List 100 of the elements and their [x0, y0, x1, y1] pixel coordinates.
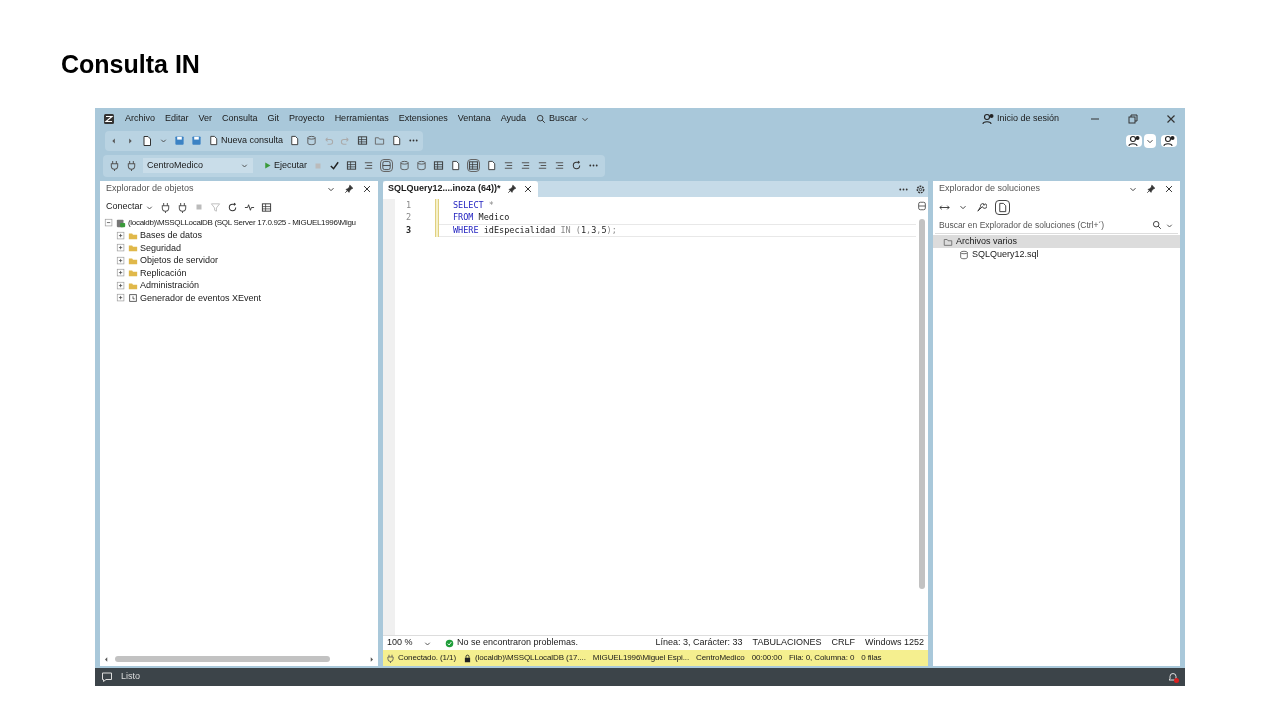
page-icon[interactable] [391, 135, 403, 146]
split-icon[interactable] [380, 159, 394, 172]
encoding[interactable]: Windows 1252 [864, 636, 924, 650]
split-view-icon[interactable] [917, 201, 927, 211]
line-number: 3 [404, 223, 411, 237]
close-icon[interactable] [1165, 113, 1177, 125]
tree-item[interactable]: SQLQuery12.sql [933, 248, 1180, 261]
close-icon[interactable] [362, 184, 372, 194]
search-menu[interactable]: Buscar [536, 112, 591, 126]
document-icon[interactable] [289, 135, 301, 146]
checkmark-icon[interactable] [329, 160, 341, 171]
tree-item[interactable]: Archivos varios [933, 235, 1180, 248]
status-text: Conectado. (1/1) [398, 652, 456, 664]
tree-item[interactable]: (localdb)\MSSQLLocalDB (SQL Server 17.0.925 - MIGUEL1996\Migu [128, 217, 356, 230]
scrollbar-thumb[interactable] [919, 219, 925, 589]
plug-icon[interactable] [126, 160, 137, 171]
expand-icon[interactable] [116, 255, 126, 266]
lines-icon[interactable] [520, 160, 532, 171]
execute-button[interactable]: Ejecutar [263, 158, 308, 173]
settings-icon[interactable] [915, 184, 926, 195]
status-text: Fila: 0, Columna: 0 [789, 652, 855, 664]
expand-icon[interactable] [116, 280, 126, 291]
menu-item[interactable]: Ayuda [500, 112, 527, 126]
connect-button[interactable]: Conectar [106, 200, 154, 214]
lines-icon[interactable] [503, 160, 515, 171]
refresh-icon[interactable] [571, 160, 583, 171]
status-text: CentroMedico [696, 652, 745, 664]
database-icon[interactable] [399, 160, 411, 171]
tree-item[interactable]: Replicación [140, 266, 187, 280]
tree-item[interactable]: Seguridad [140, 241, 182, 255]
folder-search-icon[interactable] [374, 135, 386, 146]
menu-item[interactable]: Extensiones [398, 112, 448, 126]
summary-icon[interactable] [260, 201, 272, 213]
expand-icon[interactable] [116, 230, 126, 241]
save-all-icon[interactable] [191, 135, 202, 146]
editor-tab[interactable]: SQLQuery12....inoza (64))* [383, 181, 538, 197]
plug-icon[interactable] [109, 160, 120, 171]
tree-item[interactable]: Administración [140, 279, 200, 293]
preview-icon[interactable] [995, 199, 1010, 215]
lines-icon[interactable] [537, 160, 549, 171]
close-icon[interactable] [522, 184, 533, 194]
menu-item[interactable]: Ventana [457, 112, 491, 126]
search-icon [1152, 220, 1162, 230]
grid-icon[interactable] [433, 160, 445, 171]
tree-item[interactable]: Objetos de servidor [140, 254, 219, 268]
lines-icon[interactable] [554, 160, 566, 171]
line-number: 2 [404, 211, 411, 225]
menu-item[interactable]: Consulta [222, 112, 258, 126]
database-icon[interactable] [306, 135, 318, 146]
account-icon[interactable] [1126, 134, 1142, 147]
search-field[interactable]: Buscar en Explorador de soluciones (Ctrl+´) [935, 217, 1178, 234]
sign-in-button[interactable]: Inicio de sesión [981, 112, 1059, 126]
tree-item[interactable]: Generador de eventos XEvent [140, 291, 262, 305]
person-icon [981, 113, 994, 125]
close-icon[interactable] [1164, 184, 1174, 194]
comment-icon[interactable] [101, 671, 113, 683]
document-icon[interactable] [486, 160, 498, 171]
collapse-icon[interactable] [104, 218, 114, 229]
status-text: (localdb)\MSSQLLocalDB (17.... [475, 652, 586, 664]
new-file-icon[interactable] [141, 134, 153, 147]
restore-icon[interactable] [1127, 113, 1139, 125]
expand-icon[interactable] [116, 268, 126, 279]
lines-icon[interactable] [363, 160, 375, 171]
disconnect-icon[interactable] [176, 201, 188, 213]
scrollbar-thumb[interactable] [115, 656, 330, 662]
indent-mode[interactable]: TABULACIONES [752, 636, 822, 650]
menu-item[interactable]: Proyecto [289, 112, 325, 126]
pin-icon[interactable] [506, 184, 517, 194]
status-text: MIGUEL1996\Miguel Espi... [592, 652, 690, 664]
refresh-icon[interactable] [226, 201, 238, 213]
line-ending[interactable]: CRLF [831, 636, 855, 650]
expand-icon[interactable] [116, 243, 126, 254]
menu-item[interactable]: Git [267, 112, 280, 126]
activity-icon[interactable] [243, 201, 255, 213]
menu-item[interactable]: Herramientas [334, 112, 389, 126]
code-editor[interactable]: 1 2 3 SELECT * FROM Medico WHERE idEspecialidad IN (1,3,5); [383, 197, 928, 635]
folder-icon [943, 236, 953, 247]
notification-icon[interactable] [1167, 671, 1179, 683]
menu-item[interactable]: Ver [198, 112, 213, 126]
expand-icon[interactable] [116, 293, 126, 304]
zoom-dropdown[interactable]: 100 % [387, 636, 435, 650]
menu-item[interactable]: Archivo [125, 112, 155, 126]
save-icon[interactable] [174, 135, 185, 146]
plug-icon[interactable] [159, 201, 171, 213]
status-text: 00:00:00 [751, 652, 782, 664]
menu-item[interactable]: Editar [165, 112, 189, 126]
report-icon[interactable] [357, 135, 369, 146]
code-line: WHERE idEspecialidad IN (1,3,5); [439, 224, 916, 237]
document-icon[interactable] [450, 160, 462, 171]
new-query-button[interactable]: Nueva consulta [208, 133, 284, 148]
pin-icon[interactable] [1146, 184, 1156, 194]
grid-icon[interactable] [346, 160, 358, 171]
grid-icon[interactable] [467, 159, 481, 172]
database-dropdown[interactable]: CentroMedico [143, 158, 253, 173]
pin-icon[interactable] [344, 184, 354, 194]
status-text: Listo [121, 670, 141, 684]
database-icon[interactable] [416, 160, 428, 171]
properties-icon[interactable] [976, 201, 987, 213]
tree-item[interactable]: Bases de datos [140, 229, 203, 243]
code-line: SELECT * [452, 199, 495, 212]
